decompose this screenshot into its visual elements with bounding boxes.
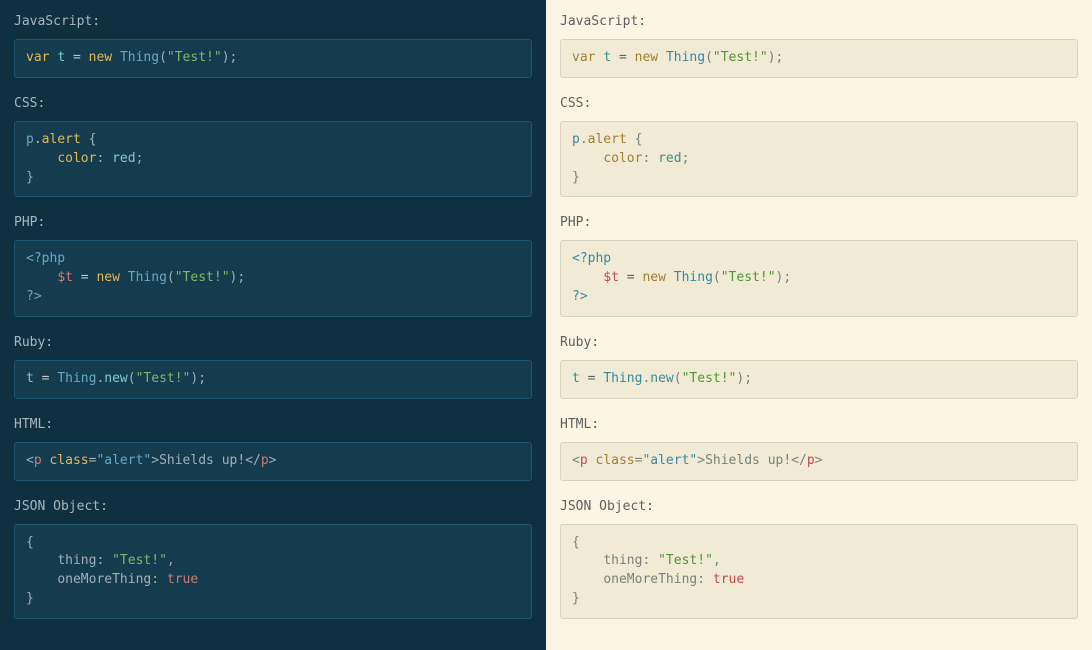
method-new: new [104,371,127,386]
php-code-light: <?php $t = new Thing("Test!"); ?> [560,240,1078,317]
html-code: <p class="alert">Shields up!</p> [14,442,532,481]
css-label-light: CSS: [560,96,1078,111]
php-open: <?php [26,251,65,266]
attr-class: class [49,453,88,468]
html-label-light: HTML: [560,417,1078,432]
prop-thing: thing [57,553,96,568]
javascript-label-light: JavaScript: [560,14,1078,29]
class-thing: Thing [120,50,159,65]
css-code: p.alert { color: red; } [14,121,532,198]
prop-onemore: oneMoreThing [57,572,151,587]
val-red: red [112,151,135,166]
tag-p: p [34,453,42,468]
php-code: <?php $t = new Thing("Test!"); ?> [14,240,532,317]
prop-color: color [57,151,96,166]
kw-var: var [26,50,49,65]
ruby-label: Ruby: [14,335,532,350]
ruby-code: t = Thing.new("Test!"); [14,360,532,399]
javascript-code-light: var t = new Thing("Test!"); [560,39,1078,78]
dark-theme-panel: JavaScript: var t = new Thing("Test!"); … [0,0,546,650]
html-label: HTML: [14,417,532,432]
ruby-label-light: Ruby: [560,335,1078,350]
kw-new: new [89,50,112,65]
css-label: CSS: [14,96,532,111]
json-label-light: JSON Object: [560,499,1078,514]
text-shields: Shields up! [159,453,245,468]
php-label-light: PHP: [560,215,1078,230]
var-t: t [57,50,65,65]
javascript-label: JavaScript: [14,14,532,29]
ruby-code-light: t = Thing.new("Test!"); [560,360,1078,399]
json-label: JSON Object: [14,499,532,514]
light-theme-panel: JavaScript: var t = new Thing("Test!"); … [546,0,1092,650]
php-close: ?> [26,289,42,304]
css-code-light: p.alert { color: red; } [560,121,1078,198]
javascript-code: var t = new Thing("Test!"); [14,39,532,78]
str-test: "Test!" [167,50,222,65]
php-label: PHP: [14,215,532,230]
html-code-light: <p class="alert">Shields up!</p> [560,442,1078,481]
bool-true: true [167,572,198,587]
val-alert: "alert" [96,453,151,468]
sel-p: p [26,132,34,147]
json-code-light: { thing: "Test!", oneMoreThing: true } [560,524,1078,619]
php-var: $t [57,270,73,285]
json-code: { thing: "Test!", oneMoreThing: true } [14,524,532,619]
sel-alert: .alert [34,132,81,147]
